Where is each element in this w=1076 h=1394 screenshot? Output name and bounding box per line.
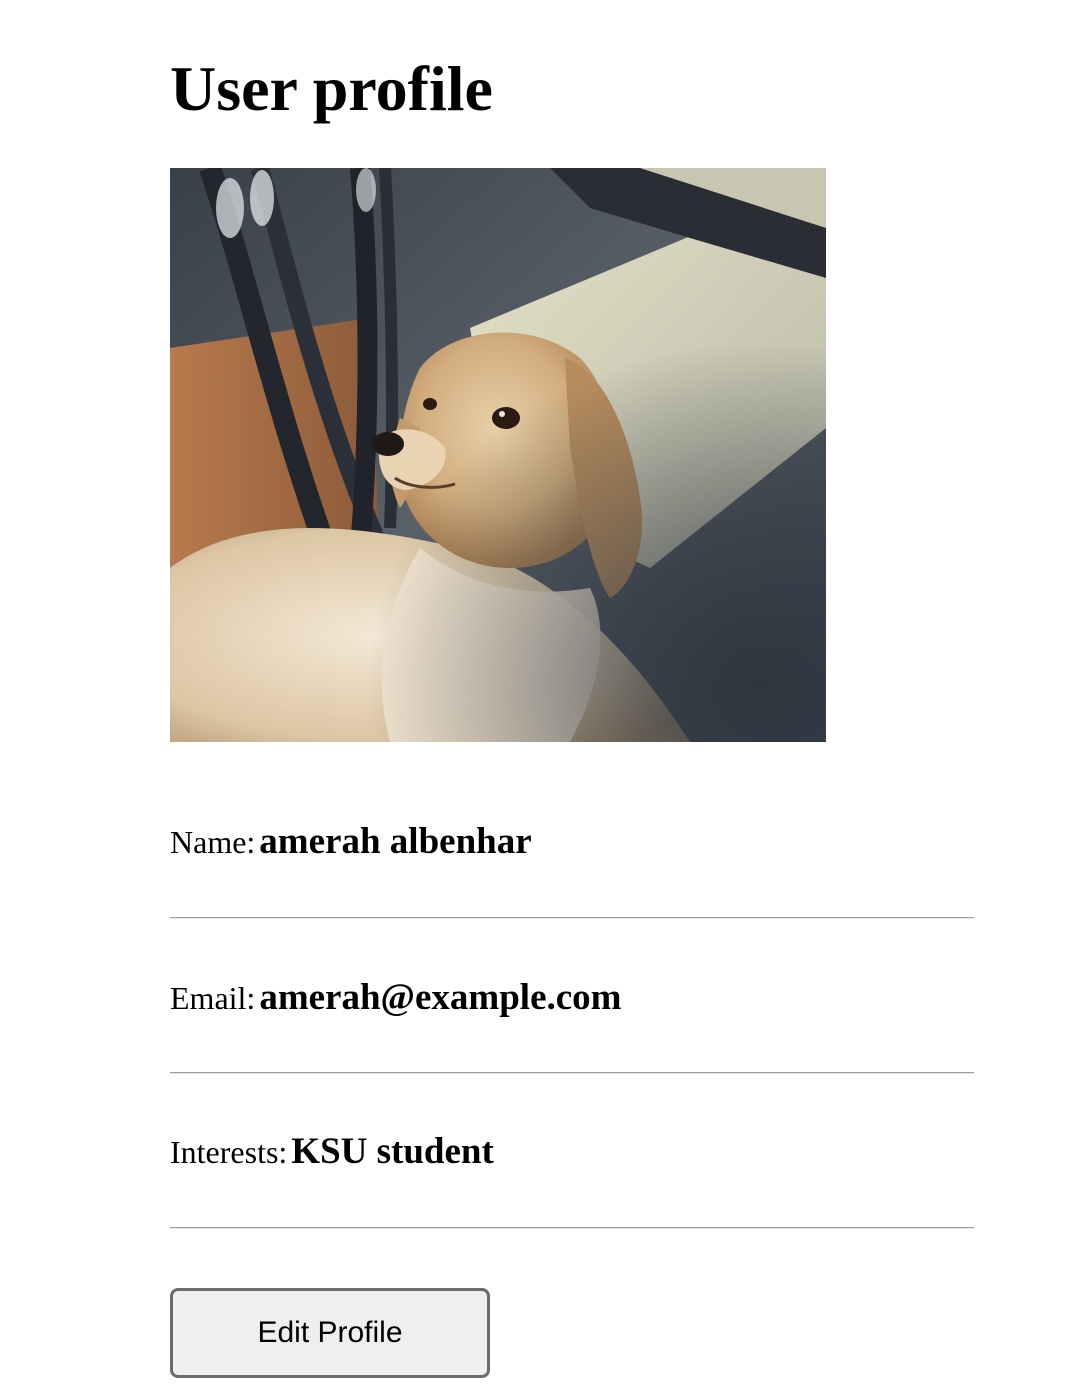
divider (170, 917, 974, 919)
edit-profile-button[interactable]: Edit Profile (170, 1288, 490, 1378)
divider (170, 1072, 974, 1074)
field-interests-label: Interests: (170, 1134, 288, 1170)
field-email-label: Email: (170, 980, 256, 1016)
field-name-value: amerah albenhar (259, 821, 532, 862)
field-name: Name: amerah albenhar (170, 820, 974, 863)
field-interests-value: KSU student (291, 1131, 494, 1172)
profile-photo (170, 168, 826, 742)
field-interests: Interests: KSU student (170, 1130, 974, 1173)
divider (170, 1227, 974, 1229)
field-email: Email: amerah@example.com (170, 976, 974, 1019)
page-title: User profile (170, 53, 493, 124)
field-email-value: amerah@example.com (259, 977, 622, 1018)
dog-photo-icon (170, 168, 826, 742)
field-name-label: Name: (170, 824, 256, 860)
